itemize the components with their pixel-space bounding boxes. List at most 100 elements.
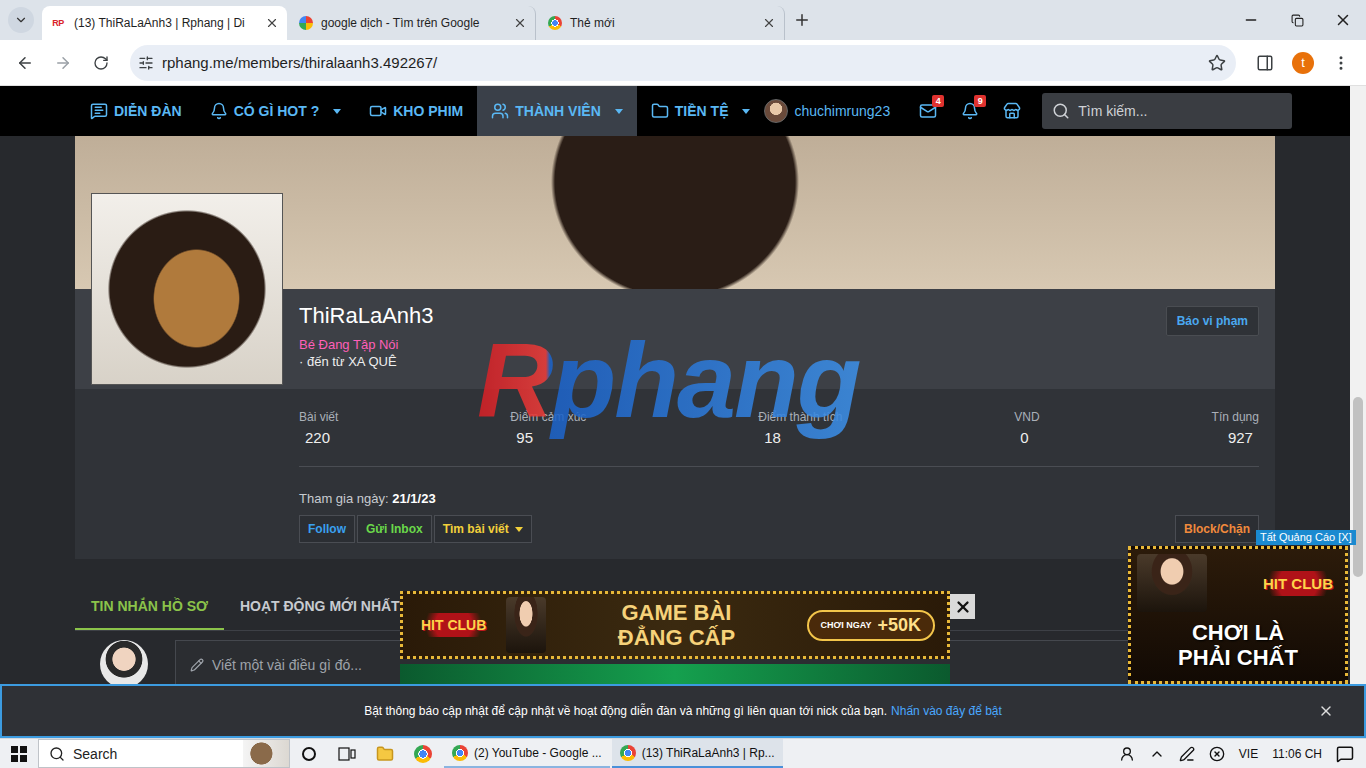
ad-close-button[interactable] [950,594,975,619]
back-button[interactable] [8,46,42,80]
ad-brand-logo: HIT CLUB [1257,571,1339,596]
windows-start-icon[interactable] [11,746,27,762]
arrow-left-icon [16,54,34,72]
block-button[interactable]: Block/Chặn [1175,515,1259,543]
new-tab-button[interactable] [789,7,815,33]
window-controls [1228,0,1366,40]
search-icon [49,746,65,762]
browser-tab[interactable]: google dịch - Tìm trên Google [291,6,536,40]
forward-button[interactable] [46,46,80,80]
stat-label: Bài viết [299,409,338,425]
close-icon[interactable] [762,16,776,30]
task-view-icon[interactable] [338,747,356,761]
dropdown-caret-icon [615,109,623,114]
inbox-button[interactable]: 4 [910,93,946,129]
browser-tab[interactable]: RP(13) ThiRaLaAnh3 | Rphang | Di [42,6,287,40]
notifications-icon[interactable] [1336,745,1354,763]
notice-close-button[interactable] [1318,703,1334,719]
nav-item[interactable]: KHO PHIM [355,86,477,136]
taskbar: Search (2) YouTube - Google ...(13) ThiRa… [0,738,1366,768]
close-window-button[interactable] [1320,0,1366,40]
report-button[interactable]: Báo vi phạm [1166,306,1259,336]
profile-card: ThiRaLaAnh3Bé Đang Tập Nói· đến từ XA QU… [75,136,1275,559]
menu-dots-icon [1332,54,1350,72]
game-ad-banner[interactable]: HIT CLUB GAME BÀIĐẲNG CẤP CHƠI NGAY+50K [400,591,950,659]
button-group: FollowGửi Inbox Tìm bài viết [299,515,532,543]
notice-text: Bật thông báo cập nhật để cập nhật về ho… [364,704,887,718]
store-icon [1003,102,1021,120]
nav-user-area: chuchimrung23 4 9 Tìm kiếm... [764,86,1292,136]
profile-tab[interactable]: TIN NHẮN HỒ SƠ [75,584,224,630]
side-ad-line: PHẢI CHẤT [1178,645,1298,670]
stat: VND0 [1014,409,1039,447]
alerts-button[interactable]: 9 [952,93,988,129]
site-info-icon[interactable] [138,55,154,71]
language-indicator[interactable]: VIE [1239,747,1258,761]
circle-x-icon[interactable] [1209,746,1225,762]
clock[interactable]: 11:06 CH [1272,747,1322,761]
button-label: Tìm bài viết [443,522,509,536]
post-placeholder: Viết một vài điều gì đó... [212,657,362,673]
nav-item[interactable]: DIỄN ĐÀN [76,86,196,136]
nav-label: CÓ GÌ HOT ? [234,103,320,119]
people-icon[interactable] [1119,746,1135,762]
scrollbar-thumb[interactable] [1353,397,1363,577]
user-avatar[interactable] [764,99,788,123]
taskbar-window[interactable]: (2) YouTube - Google ... [444,739,610,768]
name-block: ThiRaLaAnh3Bé Đang Tập Nói· đến từ XA QU… [299,303,434,389]
chevron-up-icon[interactable] [1149,746,1165,762]
profile-tab[interactable]: HOẠT ĐỘNG MỚI NHẤT [224,584,416,630]
chrome-icon [452,745,468,761]
profile-rank: Bé Đang Tập Nói [299,337,434,353]
stat: Điểm thành tích18 [758,409,842,447]
taskbar-search[interactable]: Search [38,739,290,768]
browser-tab-strip: RP(13) ThiRaLaAnh3 | Rphang | Digoogle d… [0,0,1366,40]
pen-icon[interactable] [1179,746,1195,762]
restore-button[interactable] [1274,0,1320,40]
store-button[interactable] [994,93,1030,129]
side-ad[interactable]: HIT CLUBCHƠI LÀPHẢI CHẤT [1128,546,1348,684]
chrome-button[interactable] [404,739,442,768]
taskbar-window[interactable]: (13) ThiRaLaAnh3 | Rp... [612,739,783,768]
hide-ads-label[interactable]: Tất Quảng Cáo [X] [1256,530,1356,545]
profile-button[interactable]: Gửi Inbox [357,515,432,543]
joined-date: Tham gia ngày: 21/1/23 [299,491,1259,507]
cortana-button[interactable] [290,739,328,768]
scrollbar[interactable] [1350,86,1366,738]
reload-button[interactable] [84,46,118,80]
site-search[interactable]: Tìm kiếm... [1042,93,1292,129]
nav-item[interactable]: CÓ GÌ HOT ? [196,86,356,136]
ad-cta[interactable]: CHƠI NGAY+50K [807,610,935,641]
minimize-button[interactable] [1228,0,1274,40]
username[interactable]: chuchimrung23 [794,103,890,119]
site-favicon: RP [50,15,66,31]
nav-item[interactable]: TIỀN TỆ [637,86,765,136]
side-ad-top: HIT CLUB [1137,554,1339,612]
close-icon[interactable] [513,16,527,30]
nav-label: DIỄN ĐÀN [114,103,182,119]
notice-link[interactable]: Nhấn vào đây để bật [891,704,1002,718]
site-nav: DIỄN ĐÀN CÓ GÌ HOT ? KHO PHIMTHÀNH VIÊNTIỀ… [0,86,1350,136]
tab-search-button[interactable] [8,7,34,33]
stats-area: Bài viết220Điểm cảm xúc95Điểm thành tích… [75,389,1275,559]
profile-button[interactable]: t [1292,52,1314,74]
profile-button[interactable]: Follow [299,515,355,543]
close-icon[interactable] [265,16,279,30]
browser-tab[interactable]: Thẻ mới [540,6,785,40]
profile-avatar [91,193,283,385]
stat-label: Điểm thành tích [758,409,842,425]
start-button[interactable] [0,739,38,768]
side-panel-button[interactable] [1248,46,1282,80]
profile-button[interactable]: Tìm bài viết [434,515,532,543]
task-view-button[interactable] [328,739,366,768]
ad-brand-logo: HIT CLUB [415,613,492,637]
bookmark-star-icon[interactable] [1208,54,1226,72]
ad-model-picture [506,597,546,653]
nav-item[interactable]: THÀNH VIÊN [477,86,637,136]
alerts-badge: 9 [974,95,986,107]
menu-button[interactable] [1324,46,1358,80]
stat-label: Tín dụng [1212,409,1259,425]
file-explorer-button[interactable] [366,739,404,768]
ad-title: GAME BÀIĐẲNG CẤP [560,600,792,650]
address-bar[interactable]: rphang.me/members/thiralaanh3.492267/ [130,45,1236,81]
